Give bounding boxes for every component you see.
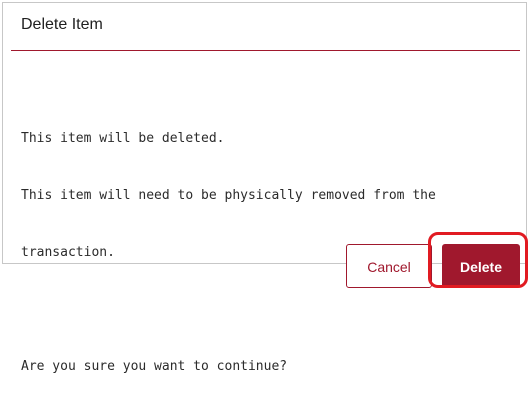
- cancel-button[interactable]: Cancel: [346, 244, 432, 288]
- message-line: This item will be deleted.: [21, 131, 225, 146]
- message-line: Are you sure you want to continue?: [21, 359, 288, 374]
- dialog-header: Delete Item: [3, 3, 526, 51]
- delete-item-dialog: Delete Item This item will be deleted. T…: [2, 2, 527, 374]
- header-divider: [11, 50, 520, 51]
- dialog-title: Delete Item: [21, 16, 103, 33]
- message-line: This item will need to be physically rem…: [21, 188, 436, 203]
- delete-button[interactable]: Delete: [442, 244, 520, 288]
- message-line: [21, 300, 518, 319]
